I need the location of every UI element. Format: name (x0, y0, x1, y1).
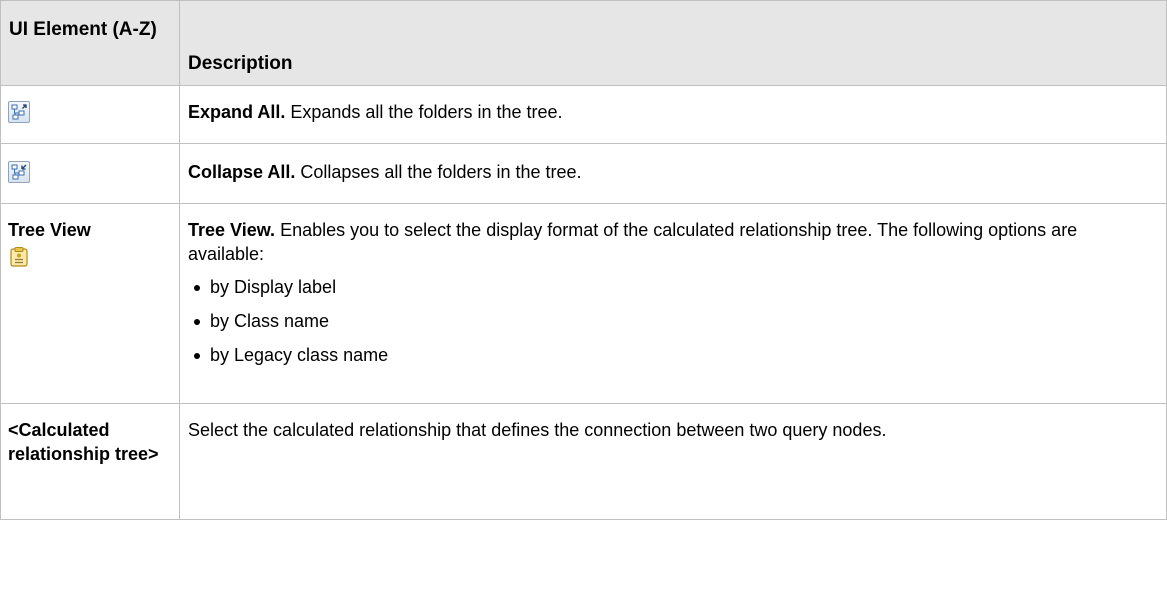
element-cell (0, 143, 180, 204)
expand-all-title: Expand All. (188, 102, 286, 122)
option-label: by Legacy class name (210, 345, 389, 365)
bullet-icon (194, 353, 200, 359)
tree-view-options: by Display label by Class name by Legacy… (188, 274, 1158, 368)
tree-view-icon[interactable] (8, 246, 30, 268)
tree-view-title: Tree View. (188, 220, 276, 240)
collapse-all-text: Collapses all the folders in the tree. (295, 162, 582, 182)
option-label: by Class name (210, 311, 330, 331)
ui-elements-table: UI Element (A-Z) Description Expand All.… (0, 0, 1167, 520)
table-header-row: UI Element (A-Z) Description (0, 0, 1167, 86)
description-cell: Select the calculated relationship that … (179, 403, 1167, 520)
collapse-all-title: Collapse All. (188, 162, 296, 182)
list-item: by Legacy class name (188, 342, 1158, 368)
tree-view-text: Enables you to select the display format… (188, 220, 1078, 264)
description-cell: Expand All. Expands all the folders in t… (179, 85, 1167, 144)
header-ui-element: UI Element (A-Z) (0, 0, 180, 86)
collapse-all-icon[interactable] (8, 161, 30, 183)
description-cell: Tree View. Enables you to select the dis… (179, 203, 1167, 404)
bullet-icon (194, 319, 200, 325)
table-row: Tree View Tree View. Enables you to sele… (0, 203, 1167, 404)
element-cell: Tree View (0, 203, 180, 404)
element-cell (0, 85, 180, 144)
option-label: by Display label (210, 277, 337, 297)
description-cell: Collapse All. Collapses all the folders … (179, 143, 1167, 204)
calculated-relationship-tree-label: <Calculated relationship tree> (0, 403, 180, 520)
bullet-icon (194, 285, 200, 291)
expand-all-text: Expands all the folders in the tree. (285, 102, 563, 122)
expand-all-icon[interactable] (8, 101, 30, 123)
header-description: Description (179, 0, 1167, 86)
table-row: <Calculated relationship tree> Select th… (0, 403, 1167, 520)
list-item: by Display label (188, 274, 1158, 300)
tree-view-label: Tree View (8, 220, 91, 240)
list-item: by Class name (188, 308, 1158, 334)
table-row: Collapse All. Collapses all the folders … (0, 143, 1167, 204)
table-row: Expand All. Expands all the folders in t… (0, 85, 1167, 144)
